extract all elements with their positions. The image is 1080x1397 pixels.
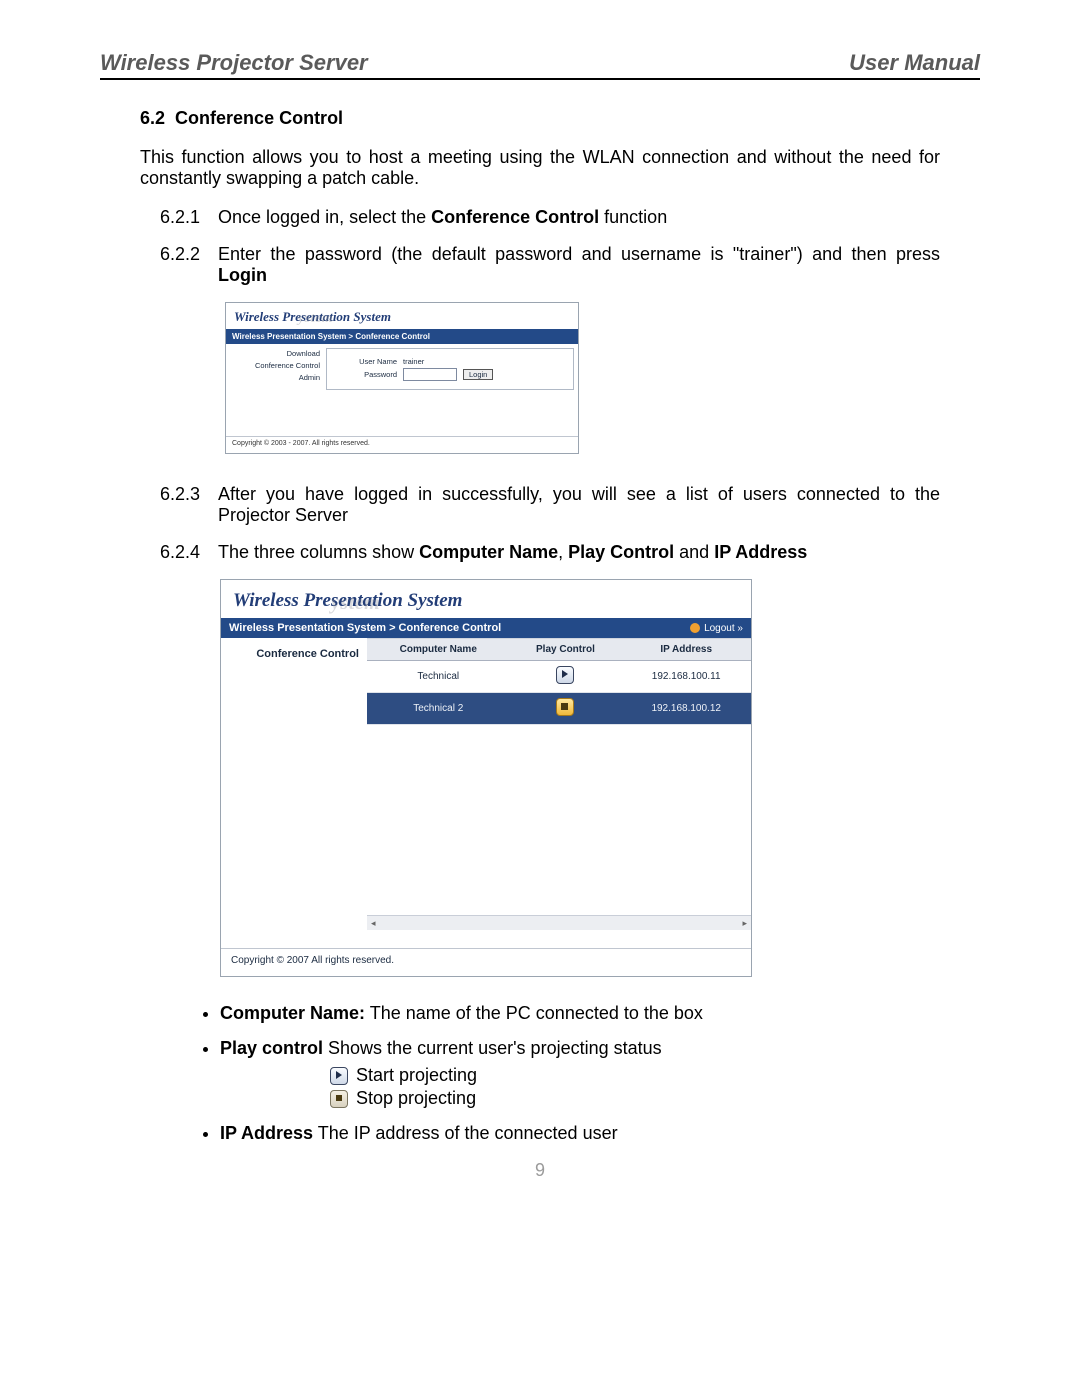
cell-name: Technical 2 <box>367 693 510 725</box>
col-ip-address: IP Address <box>621 639 751 661</box>
cell-ip: 192.168.100.11 <box>621 661 751 693</box>
step-num: 6.2.4 <box>160 542 218 563</box>
wps-logo: Wireless Presentation System ystem <box>226 303 578 329</box>
login-screenshot: Wireless Presentation System ystem Wirel… <box>225 302 579 454</box>
cell-name: Technical <box>367 661 510 693</box>
login-button[interactable]: Login <box>463 369 493 380</box>
breadcrumb-bar: Wireless Presentation System > Conferenc… <box>226 329 578 344</box>
breadcrumb-text: Wireless Presentation System > Conferenc… <box>229 622 501 634</box>
nav-conference[interactable]: Conference Control <box>230 360 320 372</box>
sub-stop-projecting: Stop projecting <box>330 1088 940 1109</box>
section-number: 6.2 <box>140 108 165 128</box>
section-name: Conference Control <box>175 108 343 128</box>
username-label: User Name <box>335 357 397 366</box>
step-num: 6.2.3 <box>160 484 218 526</box>
bullet-ip-address: IP Address The IP address of the connect… <box>220 1123 940 1144</box>
step-body: Once logged in, select the Conference Co… <box>218 207 940 228</box>
cell-ip: 192.168.100.12 <box>621 693 751 725</box>
username-value: trainer <box>403 357 424 366</box>
step-body: After you have logged in successfully, y… <box>218 484 940 526</box>
logout-link[interactable]: Logout » <box>690 623 743 634</box>
page-number: 9 <box>100 1160 980 1181</box>
login-panel: User Name trainer Password Login <box>326 348 574 390</box>
password-input[interactable] <box>403 368 457 381</box>
bullet-computer-name: Computer Name: The name of the PC connec… <box>220 1003 940 1024</box>
stop-icon <box>330 1090 348 1108</box>
login-copyright: Copyright © 2003 - 2007. All rights rese… <box>226 436 578 453</box>
conf-sidebar: Conference Control <box>221 638 367 930</box>
play-icon <box>330 1067 348 1085</box>
conf-copyright: Copyright © 2007 All rights reserved. <box>221 948 751 976</box>
header-right: User Manual <box>849 50 980 76</box>
table-row[interactable]: Technical 2 192.168.100.12 <box>367 693 751 725</box>
step-num: 6.2.1 <box>160 207 218 228</box>
step-6-2-1: 6.2.1 Once logged in, select the Confere… <box>160 207 940 228</box>
step-6-2-4: 6.2.4 The three columns show Computer Na… <box>160 542 940 563</box>
step-body: The three columns show Computer Name, Pl… <box>218 542 940 563</box>
table-row[interactable]: Technical 192.168.100.11 <box>367 661 751 693</box>
scroll-right-icon[interactable]: ▸ <box>742 918 747 929</box>
step-body: Enter the password (the default password… <box>218 244 940 286</box>
step-6-2-3: 6.2.3 After you have logged in successfu… <box>160 484 940 526</box>
table-empty-area <box>367 725 751 915</box>
horizontal-scrollbar[interactable]: ◂ ▸ <box>367 915 751 930</box>
user-icon <box>690 623 700 633</box>
col-play-control: Play Control <box>510 639 622 661</box>
page-header: Wireless Projector Server User Manual <box>100 50 980 80</box>
intro-paragraph: This function allows you to host a meeti… <box>140 147 940 189</box>
step-6-2-2: 6.2.2 Enter the password (the default pa… <box>160 244 940 286</box>
conference-table: Computer Name Play Control IP Address Te… <box>367 638 751 725</box>
step-num: 6.2.2 <box>160 244 218 286</box>
sub-start-projecting: Start projecting <box>330 1065 940 1086</box>
play-icon[interactable] <box>556 666 574 684</box>
password-label: Password <box>335 370 397 379</box>
wps-logo: Wireless Presentation System ystem <box>221 580 751 618</box>
description-list: Computer Name: The name of the PC connec… <box>180 1003 940 1144</box>
stop-icon[interactable] <box>556 698 574 716</box>
nav-conference[interactable]: Conference Control <box>229 648 359 660</box>
breadcrumb-bar: Wireless Presentation System > Conferenc… <box>221 618 751 638</box>
bullet-play-control: Play control Shows the current user's pr… <box>220 1038 940 1109</box>
col-computer-name: Computer Name <box>367 639 510 661</box>
conference-screenshot: Wireless Presentation System ystem Wirel… <box>220 579 752 977</box>
section-title: 6.2 Conference Control <box>140 108 980 129</box>
nav-download[interactable]: Download <box>230 348 320 360</box>
header-left: Wireless Projector Server <box>100 50 368 76</box>
login-sidebar: Download Conference Control Admin <box>226 344 324 400</box>
scroll-left-icon[interactable]: ◂ <box>371 918 376 929</box>
nav-admin[interactable]: Admin <box>230 372 320 384</box>
